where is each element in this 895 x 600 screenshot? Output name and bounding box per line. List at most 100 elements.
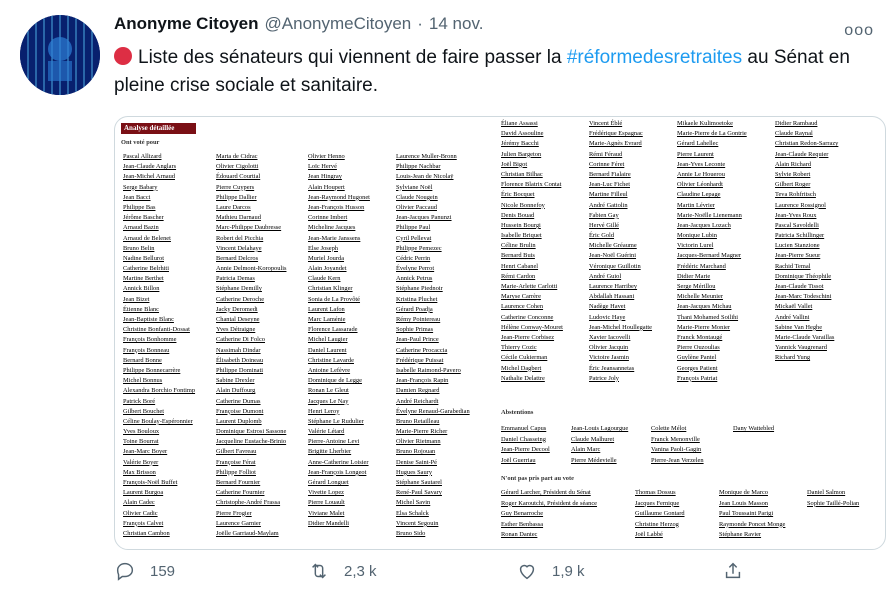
senator-name: Christine Herzog: [635, 520, 679, 528]
senator-name: Sabine Drexler: [216, 377, 255, 385]
tweet-image[interactable]: Analyse détaillée Ont voté pour Pascal A…: [114, 116, 886, 550]
senator-name: Alain Marc: [571, 446, 601, 453]
senator-name: Pascal Allizard: [123, 153, 162, 160]
senator-name: Évelyne Perrot: [396, 265, 435, 273]
senator-name: Victorin Lurel: [677, 242, 714, 250]
senator-name: Éric Bocquet: [501, 191, 535, 199]
senator-name: Nicole Bonnefoy: [501, 201, 545, 209]
senator-column-7: Mikaele Kulimoetoke Marie-Pierre de La Go…: [677, 119, 747, 384]
senator-name: Philippe Dominati: [216, 366, 264, 374]
hashtag-link[interactable]: #réformedesretraites: [567, 47, 742, 68]
tweet-date[interactable]: 14 nov.: [429, 14, 484, 34]
like-count: 1,9 k: [552, 562, 585, 580]
senator-name: Denise Saint-Pé: [396, 458, 437, 466]
senator-name: Marie-Pierre Monier: [677, 323, 731, 331]
reply-icon: [116, 562, 134, 581]
more-options-icon[interactable]: ooo: [844, 22, 874, 40]
senator-name: Rémi Cardon: [501, 272, 536, 280]
senator-name: Robert del Picchia: [216, 234, 264, 242]
senator-name: Catherine Belrhiti: [123, 265, 169, 273]
senator-name: Yannick Vaugrenard: [775, 344, 827, 352]
senator-name: Catherine Procaccia: [396, 346, 448, 354]
senator-name: Michel Laugier: [308, 336, 348, 344]
retweet-button[interactable]: 2,3 k: [308, 560, 377, 582]
senator-name: Olivier Léonhardt: [677, 181, 723, 189]
senator-name: Frédéric Marchand: [677, 262, 726, 270]
senator-column-8: Didier Rambaud Claude Raynal Christian Red…: [775, 119, 838, 364]
senator-name: Claude Raynal: [775, 130, 813, 138]
senator-name: Marie-Pierre Richer: [396, 428, 448, 436]
senator-name: Alain Houpert: [308, 183, 345, 191]
senator-name: Jean-Michel Houllegatte: [589, 323, 652, 331]
senator-name: Édouard Courtial: [216, 173, 261, 181]
author-handle[interactable]: @AnonymeCitoyen: [265, 14, 412, 34]
tweet-header: Anonyme Citoyen @AnonymeCitoyen · 14 nov…: [114, 10, 884, 38]
senator-name: Paul Toussaint Parigi: [719, 510, 774, 517]
senator-name: Vivette Lopez: [308, 489, 344, 497]
senator-name: Victoire Jasmin: [589, 354, 629, 362]
senator-name: Marc Laménie: [308, 316, 346, 323]
senator-name: Guylène Pantel: [677, 354, 717, 362]
senator-name: Jacques Le Nay: [308, 397, 349, 405]
senator-name: Pierre Médevielle: [571, 456, 617, 464]
senator-name: Laurence Garnier: [216, 519, 261, 527]
senator-name: Véronique Guillotin: [589, 262, 641, 270]
senator-column-5: Éliane Assassi David Assouline Jérémy Bacc…: [501, 119, 563, 384]
senator-name: Olivier Rietmann: [396, 438, 441, 446]
senator-name: François Patriat: [677, 374, 718, 382]
senator-name: Ronan Le Gleut: [308, 387, 349, 395]
separator: ·: [417, 14, 423, 33]
author-avatar[interactable]: [20, 15, 100, 95]
senator-name: Stéphane Ravier: [719, 531, 762, 538]
senator-name: André Reichardt: [396, 397, 439, 405]
senator-name: Cédric Perrin: [396, 254, 431, 262]
senator-name: Jean-Marc Boyer: [123, 448, 168, 456]
senator-name: Stéphane Sautarel: [396, 479, 442, 486]
senator-name: Catherine Conconne: [501, 313, 554, 321]
senator-name: Sonia de La Provôté: [308, 295, 361, 303]
senator-name: Bernard Buis: [501, 252, 535, 260]
voted-for-heading: Ont voté pour: [121, 139, 160, 146]
senator-name: Christophe-André Frassa: [216, 499, 281, 507]
senator-name: Étienne Blanc: [123, 305, 160, 313]
senator-name: Didier Mandelli: [308, 519, 349, 527]
senator-name: Thani Mohamed Soilihi: [677, 313, 739, 321]
senator-name: Valérie Boyer: [123, 458, 159, 466]
senator-name: Claude Malhuret: [571, 435, 615, 443]
senator-name: Sylvie Robert: [775, 170, 811, 178]
senator-name: Pierre Louault: [308, 499, 345, 507]
senator-name: Valérie Létard: [308, 428, 345, 436]
senator-name: Laure Darcos: [216, 203, 251, 211]
senator-name: Claude Nougein: [396, 193, 438, 201]
senator-name: Michel Dagbert: [501, 364, 542, 372]
senator-name: Laurent Burgoa: [123, 489, 164, 497]
senator-name: Viviane Malet: [308, 509, 345, 517]
senator-name: Martine Filleul: [589, 191, 628, 199]
reply-button[interactable]: 159: [114, 560, 175, 582]
share-button[interactable]: [722, 560, 758, 582]
senator-name: Michel Bonnus: [123, 377, 163, 385]
senator-name: Claude Kern: [308, 275, 341, 283]
senator-name: Jean-François Husson: [308, 203, 365, 211]
senator-name: Muriel Jourda: [308, 254, 345, 262]
like-button[interactable]: 1,9 k: [516, 560, 585, 582]
senator-name: Emmanuel Capus: [501, 425, 547, 432]
senator-name: Bernard Fournier: [216, 479, 261, 486]
senator-name: Pierre-Jean Verzelen: [651, 456, 704, 464]
senator-name: Jean Louis Masson: [719, 499, 768, 507]
senator-name: Else Joseph: [308, 244, 338, 252]
senator-name: Christine Bonfanti-Dossat: [123, 326, 190, 334]
doc-banner: Analyse détaillée: [121, 123, 196, 134]
senator-name: Dominique de Legge: [308, 377, 362, 385]
senator-name: Arnaud Bazin: [123, 224, 159, 232]
senator-name: Michel Savin: [396, 499, 431, 507]
senator-name: Stéphane Piednoir: [396, 285, 443, 293]
author-name[interactable]: Anonyme Citoyen: [114, 14, 259, 34]
senator-name: Brigitte Lherbier: [308, 448, 352, 456]
senator-name: Marie-Pierre de La Gontrie: [677, 130, 747, 138]
senator-name: Jean-Pierre Sueur: [775, 252, 821, 260]
senator-name: Vincent Segouin: [396, 519, 439, 527]
senator-name: Michelle Meunier: [677, 293, 723, 301]
senator-name: Évelyne Renaud-Garabedian: [396, 407, 470, 415]
senator-name: Vincent Éblé: [589, 120, 623, 127]
